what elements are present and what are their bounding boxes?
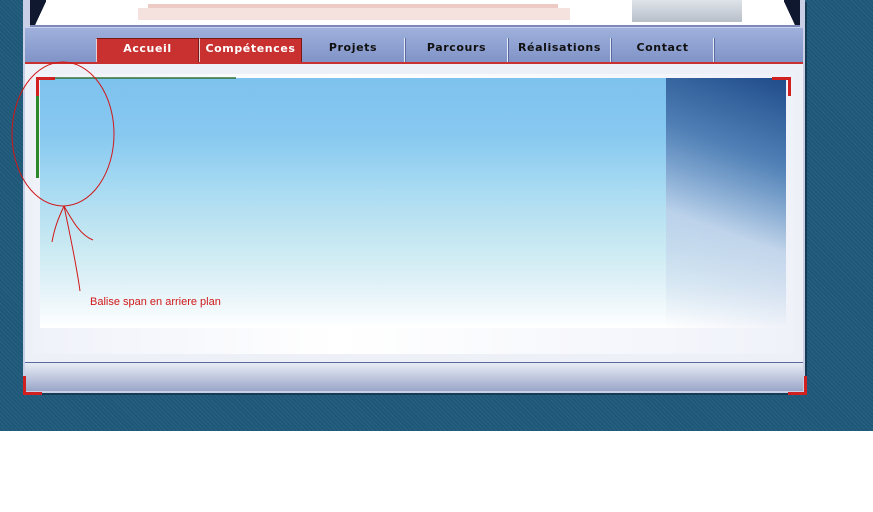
banner-left-edge — [30, 0, 46, 25]
background-haze — [666, 78, 786, 328]
banner-photo — [632, 0, 742, 22]
banner-right-edge — [784, 0, 800, 25]
nav-item-realisations[interactable]: Réalisations — [509, 38, 611, 62]
green-top-rule — [36, 77, 236, 79]
nav-item-accueil[interactable]: Accueil — [96, 38, 199, 63]
annotation-label: Balise span en arriere plan — [90, 296, 221, 308]
corner-bottom-left — [23, 376, 42, 395]
corner-bottom-right — [788, 376, 807, 395]
background-span-image — [40, 78, 786, 328]
logo-artwork — [138, 4, 570, 20]
site-logo — [138, 0, 570, 20]
site-banner — [30, 0, 800, 27]
nav-item-projets[interactable]: Projets — [302, 38, 405, 62]
corner-top-right — [772, 77, 791, 96]
corner-top-left — [36, 77, 55, 96]
nav-item-competences[interactable]: Compétences — [199, 38, 302, 63]
main-navigation: Accueil Compétences Projets Parcours Réa… — [25, 27, 803, 64]
nav-item-contact[interactable]: Contact — [612, 38, 714, 62]
nav-item-parcours[interactable]: Parcours — [406, 38, 508, 62]
footer-bar — [25, 362, 803, 391]
